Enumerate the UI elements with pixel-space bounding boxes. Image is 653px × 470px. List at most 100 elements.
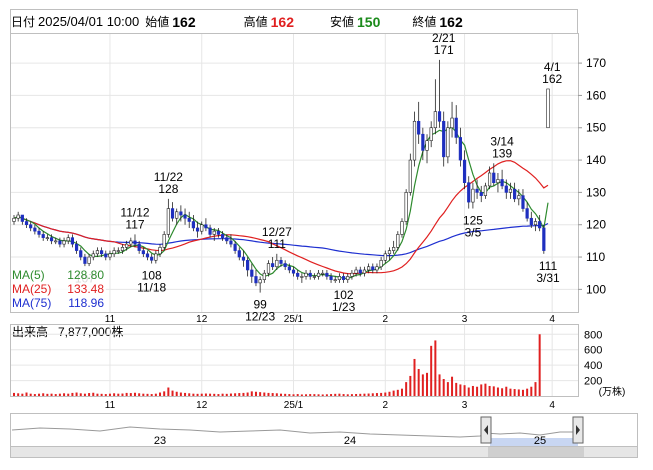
- candle-up: [383, 253, 387, 261]
- volume-bar: [271, 393, 274, 396]
- volume-bar: [71, 392, 74, 396]
- price-tick-label: 110: [586, 250, 605, 264]
- volume-bar: [192, 393, 195, 396]
- candle-up: [433, 111, 437, 129]
- volume-bar: [17, 393, 20, 396]
- volume-bar: [150, 394, 153, 396]
- candle-up: [300, 276, 304, 278]
- volume-bar: [204, 393, 207, 396]
- candle-down: [220, 234, 225, 238]
- volume-bar: [217, 394, 220, 396]
- candle-down: [195, 227, 200, 232]
- volume-tick-label: 600: [584, 345, 602, 357]
- candle-down: [254, 276, 258, 284]
- volume-bar: [313, 394, 316, 396]
- volume-bar: [88, 393, 91, 396]
- price-tick-label: 130: [586, 185, 606, 199]
- candle-down: [183, 214, 187, 219]
- volume-bar: [480, 384, 483, 396]
- candle-down: [49, 237, 54, 242]
- volume-bar: [280, 393, 282, 396]
- volume-bar: [267, 392, 270, 396]
- volume-bar: [288, 394, 291, 396]
- legend-ma75-name: MA(75): [12, 296, 51, 310]
- volume-bar: [417, 368, 420, 396]
- price-annotation: 12/27 111: [262, 225, 292, 251]
- candle-up: [487, 172, 492, 187]
- volume-x-tick-label: 2: [383, 400, 389, 411]
- candle-up: [508, 188, 513, 193]
- volume-bar: [492, 386, 495, 396]
- price-annotation: 111 3/31: [536, 259, 560, 285]
- candle-down: [141, 250, 145, 255]
- volume-bar: [509, 388, 512, 396]
- candle-up: [379, 259, 383, 268]
- volume-bar: [196, 393, 199, 396]
- navigator-scroll-thumb[interactable]: [488, 447, 584, 457]
- volume-bar: [442, 379, 445, 396]
- legend-ma25-name: MA(25): [12, 282, 51, 296]
- volume-bar: [63, 393, 66, 396]
- price-tick-label: 170: [586, 56, 606, 70]
- candle-up: [91, 253, 95, 258]
- volume-bar: [476, 386, 479, 396]
- candle-down: [479, 192, 483, 196]
- candle-up: [16, 214, 20, 219]
- volume-bar: [284, 393, 287, 396]
- volume-bar: [108, 393, 111, 396]
- price-y-axis: 100 110 120 130 140 150 160 170: [578, 56, 606, 296]
- candle-down: [287, 266, 291, 271]
- candle-down: [150, 256, 154, 261]
- volume-bar: [117, 393, 120, 396]
- volume-bar: [434, 340, 437, 396]
- price-x-tick-label: 11: [105, 314, 116, 325]
- candle-down: [521, 195, 525, 209]
- candle-up: [108, 253, 112, 258]
- volume-bar: [209, 393, 212, 396]
- price-annotation: 3/14 139: [490, 134, 514, 160]
- candle-down: [279, 259, 283, 264]
- volume-bar: [430, 345, 433, 396]
- candle-down: [208, 227, 212, 235]
- price-tick-label: 150: [586, 121, 606, 135]
- candle-up: [404, 192, 408, 222]
- price-x-tick-label: 4: [549, 314, 555, 325]
- candle-down: [458, 137, 462, 161]
- candlestick-series: [12, 59, 550, 293]
- volume-bar: [184, 392, 187, 396]
- candle-up: [533, 221, 538, 226]
- volume-tick-label: 800: [584, 329, 602, 341]
- candle-up: [258, 279, 262, 284]
- candle-up: [54, 240, 58, 243]
- price-x-tick-label: 12: [196, 314, 208, 325]
- volume-unit: (万株): [599, 385, 626, 398]
- candle-up: [429, 127, 433, 141]
- candle-down: [104, 253, 108, 258]
- volume-bar: [13, 392, 15, 396]
- price-tick-label: 120: [586, 218, 606, 232]
- volume-bar: [221, 393, 224, 396]
- volume-bar: [225, 393, 228, 396]
- volume-tick-label: 400: [584, 360, 602, 372]
- volume-bar: [263, 392, 266, 396]
- candle-up: [304, 272, 308, 277]
- volume-bar: [517, 389, 520, 396]
- volume-bar: [275, 393, 278, 396]
- volume-bar: [400, 388, 403, 396]
- candle-down: [513, 188, 517, 200]
- candle-down: [475, 188, 479, 193]
- candle-up: [425, 140, 429, 151]
- price-tick-label: 140: [586, 153, 606, 167]
- candle-down: [133, 240, 137, 245]
- volume-bar: [138, 393, 141, 396]
- candle-down: [191, 221, 195, 229]
- price-x-tick-label: 3: [462, 314, 468, 325]
- volume-bar: [538, 334, 541, 396]
- volume-bar: [438, 374, 441, 396]
- candle-down: [70, 237, 75, 245]
- candle-down: [100, 250, 104, 255]
- volume-bar: [388, 391, 391, 396]
- candle-down: [462, 159, 467, 183]
- volume-latest: 7,877,000株: [58, 324, 123, 339]
- candle-up: [362, 269, 367, 274]
